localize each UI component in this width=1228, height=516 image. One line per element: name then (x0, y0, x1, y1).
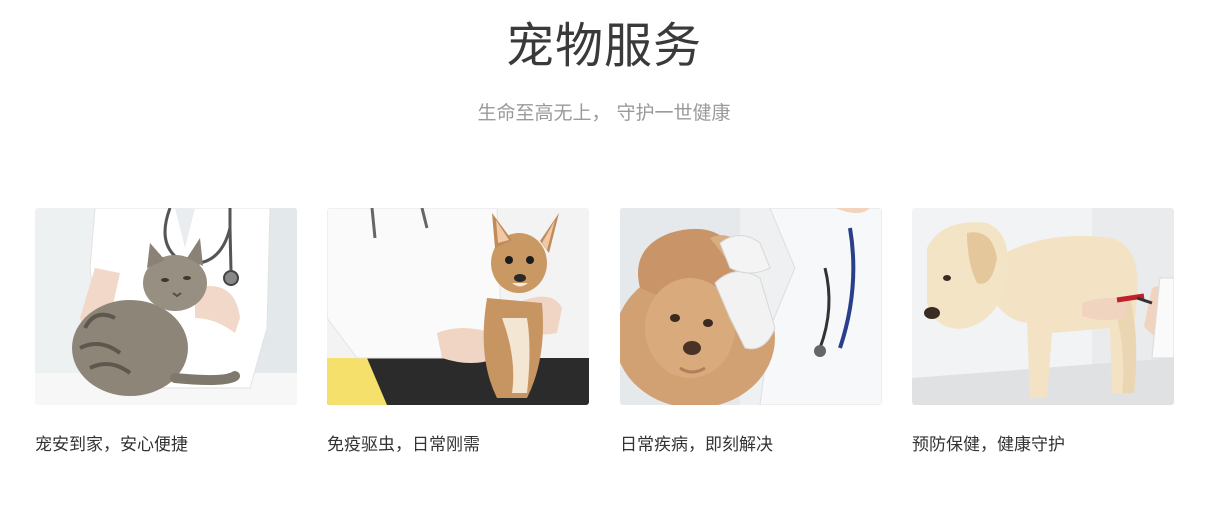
service-image-cat[interactable] (35, 208, 297, 405)
service-image-chihuahua[interactable] (327, 208, 589, 405)
section-subtitle: 生命至高无上， 守护一世健康 (477, 102, 731, 124)
service-card-prevention[interactable]: 预防保健，健康守护 (912, 208, 1174, 455)
pet-services-section: 宠物服务 生命至高无上， 守护一世健康 宠安到家，安心便捷 免疫驱虫，日常刚需 … (0, 0, 1228, 516)
service-caption[interactable]: 日常疾病，即刻解决 (620, 433, 773, 457)
service-image-labrador[interactable] (912, 208, 1174, 405)
service-caption[interactable]: 预防保健，健康守护 (912, 433, 1065, 457)
service-caption[interactable]: 免疫驱虫，日常刚需 (327, 433, 480, 457)
service-card-disease[interactable]: 日常疾病，即刻解决 (620, 208, 882, 455)
service-caption[interactable]: 宠安到家，安心便捷 (35, 433, 188, 457)
section-title: 宠物服务 (505, 18, 702, 74)
service-card-immunization[interactable]: 免疫驱虫，日常刚需 (327, 208, 589, 455)
service-card-home-visit[interactable]: 宠安到家，安心便捷 (35, 208, 297, 455)
service-image-shaggy-dog[interactable] (620, 208, 882, 405)
service-card-list: 宠安到家，安心便捷 免疫驱虫，日常刚需 日常疾病，即刻解决 预防保健，健康守护 (35, 208, 1175, 468)
